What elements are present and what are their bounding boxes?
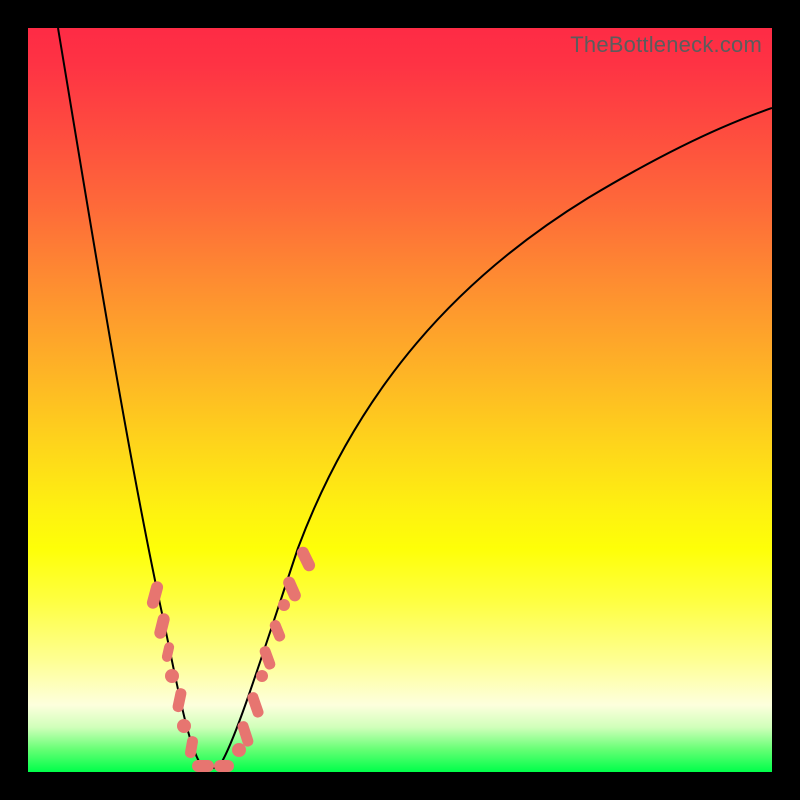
data-marker bbox=[246, 691, 265, 719]
plot-area: TheBottleneck.com bbox=[28, 28, 772, 772]
data-marker bbox=[295, 545, 317, 574]
data-marker bbox=[172, 687, 188, 713]
chart-frame: TheBottleneck.com bbox=[0, 0, 800, 800]
data-marker bbox=[153, 612, 171, 640]
data-marker bbox=[161, 641, 175, 663]
data-marker bbox=[192, 760, 214, 772]
data-marker bbox=[214, 760, 234, 772]
marker-group bbox=[146, 545, 318, 772]
data-marker bbox=[165, 669, 179, 683]
bottleneck-curve bbox=[28, 28, 772, 772]
data-marker bbox=[177, 719, 191, 733]
data-marker bbox=[146, 580, 165, 610]
data-marker bbox=[256, 670, 268, 682]
data-marker bbox=[278, 599, 290, 611]
